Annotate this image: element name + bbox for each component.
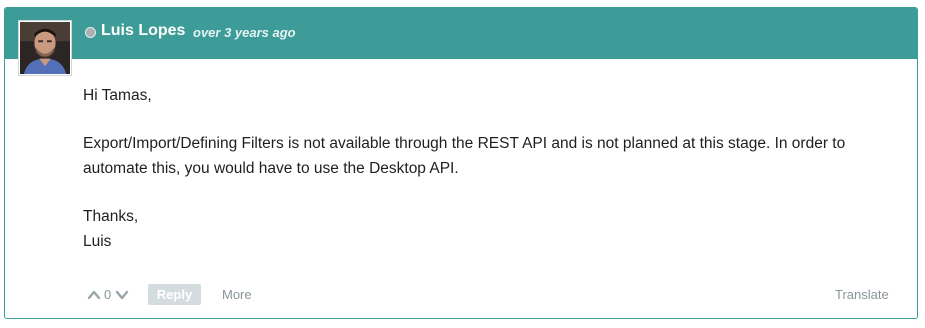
- comment-body: Hi Tamas, Export/Import/Defining Filters…: [83, 83, 911, 254]
- translate-button[interactable]: Translate: [835, 287, 889, 302]
- comment-signature: Luis: [83, 233, 112, 250]
- more-button[interactable]: More: [222, 287, 252, 302]
- comment-card: Luis Lopes over 3 years ago Hi Tamas, Ex…: [4, 7, 918, 319]
- status-indicator: [85, 27, 96, 38]
- comment-greeting: Hi Tamas,: [83, 87, 152, 104]
- post-timestamp[interactable]: over 3 years ago: [193, 25, 296, 40]
- author-name[interactable]: Luis Lopes: [101, 22, 185, 40]
- comment-signoff: Thanks,: [83, 208, 139, 225]
- avatar[interactable]: [18, 20, 72, 76]
- vote-count: 0: [104, 287, 112, 302]
- chevron-up-icon[interactable]: [87, 288, 101, 302]
- comment-paragraph-line-1: Export/Import/Defining Filters is not av…: [83, 135, 846, 152]
- comment-paragraph-line-2: automate this, you would have to use the…: [83, 160, 459, 177]
- reply-button[interactable]: Reply: [148, 284, 201, 305]
- comment-actions: 0 Reply More Translate: [5, 284, 917, 308]
- avatar-image: [20, 22, 70, 74]
- comment-header: Luis Lopes over 3 years ago: [5, 8, 917, 59]
- chevron-down-icon[interactable]: [115, 288, 129, 302]
